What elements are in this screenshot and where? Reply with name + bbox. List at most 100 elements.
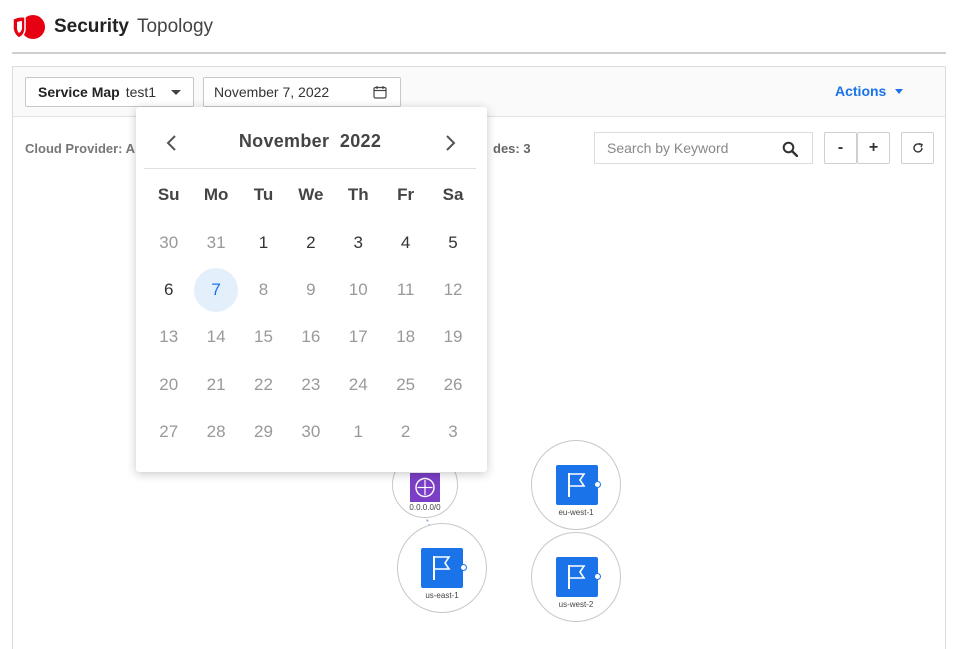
calendar-day-number: 11 bbox=[396, 280, 415, 300]
calendar-day-number: 30 bbox=[159, 232, 179, 252]
calendar-day-number: 25 bbox=[396, 374, 416, 394]
calendar-day-number: 26 bbox=[443, 374, 463, 394]
calendar-day[interactable]: 25 bbox=[382, 361, 429, 408]
calendar-day-number: 27 bbox=[159, 422, 179, 442]
calendar-day[interactable]: 14 bbox=[192, 314, 239, 361]
calendar-day-number: 28 bbox=[206, 422, 226, 442]
calendar-day-number: 7 bbox=[194, 268, 239, 313]
actions-dropdown[interactable]: Actions bbox=[835, 83, 904, 99]
calendar-day[interactable]: 4 bbox=[382, 219, 429, 266]
flag-badge bbox=[556, 465, 598, 505]
calendar-day[interactable]: 12 bbox=[429, 266, 476, 313]
weekday-label: Th bbox=[347, 185, 369, 204]
calendar-day-number: 3 bbox=[448, 422, 458, 442]
calendar-day-number: 9 bbox=[306, 280, 316, 300]
calendar-day-number: 31 bbox=[206, 232, 226, 252]
flag-icon bbox=[568, 565, 586, 589]
calendar-day[interactable]: 26 bbox=[429, 361, 476, 408]
service-map-value: test1 bbox=[125, 84, 157, 100]
calendar-day-number: 21 bbox=[206, 374, 226, 394]
header-divider bbox=[12, 52, 946, 54]
calendar-day[interactable]: 13 bbox=[145, 314, 192, 361]
refresh-button[interactable] bbox=[901, 132, 934, 164]
calendar-day[interactable]: 27 bbox=[145, 409, 192, 456]
calendar-day[interactable]: 17 bbox=[335, 314, 382, 361]
calendar-day[interactable]: 20 bbox=[145, 361, 192, 408]
calendar-day-number: 1 bbox=[258, 232, 269, 252]
calendar-day[interactable]: 30 bbox=[287, 409, 334, 456]
calendar-day-selected[interactable]: 7 bbox=[192, 266, 239, 313]
calendar-day[interactable]: 18 bbox=[382, 314, 429, 361]
calendar-day-number: 30 bbox=[301, 422, 321, 442]
node-label: us-west-2 bbox=[558, 600, 594, 609]
calendar-day[interactable]: 29 bbox=[240, 409, 287, 456]
calendar-month: November bbox=[238, 131, 330, 151]
calendar-day-number: 23 bbox=[301, 374, 321, 394]
calendar-day[interactable]: 10 bbox=[335, 266, 382, 313]
refresh-icon bbox=[912, 142, 923, 153]
chevron-down-icon bbox=[171, 90, 181, 95]
date-picker-input[interactable]: November 7, 2022 bbox=[203, 77, 401, 107]
zoom-in-button[interactable]: + bbox=[857, 132, 890, 164]
calendar-year: 2022 bbox=[339, 131, 382, 151]
region-node-us-west-2[interactable]: us-west-2 bbox=[531, 532, 621, 622]
calendar-day[interactable]: 16 bbox=[287, 314, 334, 361]
calendar-day[interactable]: 24 bbox=[335, 361, 382, 408]
calendar-day[interactable]: 1 bbox=[335, 409, 382, 456]
search-placeholder: Search by Keyword bbox=[607, 140, 729, 156]
chevron-right-icon[interactable] bbox=[440, 133, 460, 153]
calendar-day[interactable]: 2 bbox=[287, 219, 334, 266]
calendar-day[interactable]: 9 bbox=[287, 266, 334, 313]
calendar-day[interactable]: 31 bbox=[192, 219, 239, 266]
page-title: Security Topology bbox=[54, 16, 213, 38]
weekday-label: Mo bbox=[203, 185, 229, 204]
calendar-day[interactable]: 6 bbox=[145, 266, 192, 313]
weekday-label: Sa bbox=[442, 185, 464, 204]
zoom-out-button[interactable]: - bbox=[824, 132, 857, 164]
calendar-weekday-row: Su Mo Tu We Th Fr Sa bbox=[145, 185, 477, 205]
calendar-day[interactable]: 22 bbox=[240, 361, 287, 408]
calendar-day[interactable]: 19 bbox=[429, 314, 476, 361]
calendar-day[interactable]: 28 bbox=[192, 409, 239, 456]
calendar-day-number: 22 bbox=[254, 374, 273, 394]
calendar-day[interactable]: 3 bbox=[335, 219, 382, 266]
calendar-day[interactable]: 1 bbox=[240, 219, 287, 266]
search-icon[interactable] bbox=[782, 141, 798, 157]
calendar-day[interactable]: 30 bbox=[145, 219, 192, 266]
service-map-select[interactable]: Service Map test1 bbox=[25, 77, 194, 107]
region-node-us-east-1[interactable]: us-east-1 bbox=[397, 523, 487, 613]
connector-dot bbox=[594, 573, 601, 580]
calendar-day-number: 14 bbox=[206, 327, 226, 347]
node-label: 0.0.0.0/0 bbox=[409, 503, 441, 512]
region-node-eu-west-1[interactable]: eu-west-1 bbox=[531, 440, 621, 530]
date-picker-popup: November 2022 Su Mo Tu We Th Fr Sa 30 31 1 2 3 4 5 6 7… bbox=[136, 107, 487, 472]
date-value: November 7, 2022 bbox=[214, 84, 330, 100]
connector-dot bbox=[460, 564, 467, 571]
calendar-day-number: 3 bbox=[353, 232, 363, 252]
weekday-label: We bbox=[298, 185, 324, 204]
node-label: eu-west-1 bbox=[558, 508, 594, 517]
calendar-day-number: 18 bbox=[396, 327, 416, 347]
page-title-primary: Security bbox=[54, 16, 129, 37]
calendar-day[interactable]: 8 bbox=[240, 266, 287, 313]
calendar-day-number: 19 bbox=[443, 327, 463, 347]
search-input[interactable]: Search by Keyword bbox=[594, 132, 813, 164]
calendar-day-number: 4 bbox=[400, 232, 411, 252]
calendar-day-number: 8 bbox=[258, 280, 269, 300]
chevron-down-icon bbox=[895, 88, 904, 94]
calendar-month-year: November 2022 bbox=[144, 131, 476, 152]
calendar-day[interactable]: 21 bbox=[192, 361, 239, 408]
calendar-day[interactable]: 11 bbox=[382, 266, 429, 313]
calendar-day-number: 20 bbox=[159, 374, 179, 394]
calendar-day[interactable]: 5 bbox=[429, 219, 476, 266]
calendar-day-number: 15 bbox=[254, 327, 273, 347]
weekday-label: Su bbox=[157, 185, 180, 204]
calendar-day[interactable]: 3 bbox=[429, 409, 476, 456]
calendar-day-number: 6 bbox=[163, 280, 174, 300]
calendar-day[interactable]: 23 bbox=[287, 361, 334, 408]
calendar-day[interactable]: 15 bbox=[240, 314, 287, 361]
calendar-day-number: 17 bbox=[348, 327, 368, 347]
calendar-icon[interactable] bbox=[373, 85, 387, 99]
node-label: us-east-1 bbox=[425, 591, 459, 600]
calendar-day[interactable]: 2 bbox=[382, 409, 429, 456]
